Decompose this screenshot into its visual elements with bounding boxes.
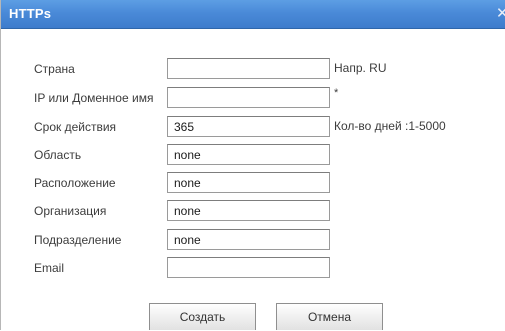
state-input[interactable] <box>167 144 330 165</box>
create-button[interactable]: Создать <box>149 303 256 330</box>
https-dialog: HTTPs ✕ Страна Напр. RU IP или Доменное … <box>0 0 505 330</box>
location-input[interactable] <box>167 172 330 193</box>
ip-domain-label: IP или Доменное имя <box>34 91 153 105</box>
dialog-title: HTTPs <box>9 6 51 21</box>
department-label: Подразделение <box>34 233 121 247</box>
email-label: Email <box>34 261 64 275</box>
organization-label: Организация <box>34 204 106 218</box>
validity-hint: Кол-во дней :1-5000 <box>334 119 446 133</box>
form-row-location: Расположение <box>1 172 505 194</box>
form-row-validity: Срок действия Кол-во дней :1-5000 <box>1 116 505 138</box>
ip-domain-input[interactable] <box>167 87 330 108</box>
validity-label: Срок действия <box>34 120 116 134</box>
form-row-country: Страна Напр. RU <box>1 58 505 80</box>
cancel-button[interactable]: Отмена <box>276 303 383 330</box>
validity-input[interactable] <box>167 116 330 137</box>
organization-input[interactable] <box>167 200 330 221</box>
country-input[interactable] <box>167 58 330 79</box>
close-icon[interactable]: ✕ <box>496 6 505 22</box>
form-row-department: Подразделение <box>1 229 505 251</box>
form-row-organization: Организация <box>1 200 505 222</box>
form-row-email: Email <box>1 257 505 279</box>
location-label: Расположение <box>34 176 116 190</box>
department-input[interactable] <box>167 229 330 250</box>
form-row-state: Область <box>1 144 505 166</box>
country-hint: Напр. RU <box>334 61 387 75</box>
dialog-titlebar[interactable]: HTTPs ✕ <box>1 0 505 29</box>
required-marker: * <box>334 87 338 99</box>
form-row-ip-domain: IP или Доменное имя * <box>1 87 505 109</box>
state-label: Область <box>34 148 81 162</box>
country-label: Страна <box>34 62 75 76</box>
email-input[interactable] <box>167 257 330 278</box>
